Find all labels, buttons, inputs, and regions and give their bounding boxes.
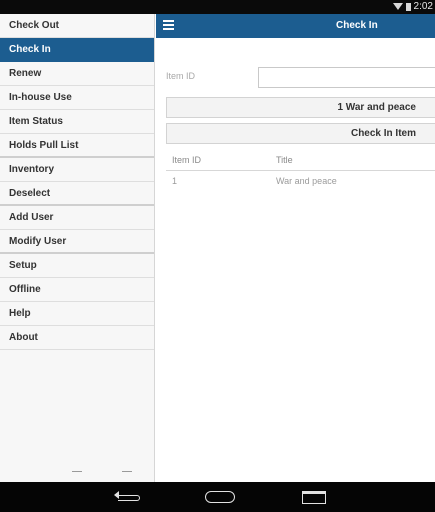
sidebar-item-setup[interactable]: Setup	[0, 254, 154, 278]
sidebar-footer	[0, 462, 155, 472]
cell-title: War and peace	[276, 176, 337, 186]
page-title: Check In	[336, 20, 378, 31]
item-id-input[interactable]	[258, 67, 435, 88]
results-table: Item ID Title 1 War and peace	[166, 150, 435, 192]
column-header-item-id: Item ID	[172, 155, 202, 165]
main-content: Item ID 1 War and peace Check In Item It…	[156, 38, 435, 482]
item-button[interactable]: 1 War and peace	[166, 97, 435, 118]
cell-item-id: 1	[172, 176, 178, 186]
sidebar-item-holds-pull-list[interactable]: Holds Pull List	[0, 134, 154, 158]
sidebar-item-offline[interactable]: Offline	[0, 278, 154, 302]
home-icon[interactable]	[205, 491, 235, 503]
sidebar-item-add-user[interactable]: Add User	[0, 206, 154, 230]
hamburger-menu-icon[interactable]	[163, 20, 174, 30]
footer-dash	[72, 471, 82, 472]
sidebar-item-check-in[interactable]: Check In	[0, 38, 154, 62]
sidebar-item-deselect[interactable]: Deselect	[0, 182, 154, 206]
column-header-title: Title	[276, 155, 293, 165]
sidebar-item-in-house-use[interactable]: In-house Use	[0, 86, 154, 110]
table-header: Item ID Title	[166, 150, 435, 171]
header-bar: Check In	[156, 14, 435, 38]
item-id-label: Item ID	[166, 71, 196, 81]
sidebar-item-renew[interactable]: Renew	[0, 62, 154, 86]
table-row[interactable]: 1 War and peace	[166, 171, 435, 192]
status-time: 2:02	[413, 1, 433, 12]
recents-icon[interactable]	[302, 491, 326, 504]
wifi-icon	[392, 3, 403, 10]
sidebar: Check Out Check In Renew In-house Use It…	[0, 14, 155, 482]
footer-dash	[122, 471, 132, 472]
sidebar-item-help[interactable]: Help	[0, 302, 154, 326]
battery-icon	[405, 2, 411, 11]
sidebar-item-modify-user[interactable]: Modify User	[0, 230, 154, 254]
status-bar: 2:02	[0, 0, 435, 14]
sidebar-item-inventory[interactable]: Inventory	[0, 158, 154, 182]
sidebar-item-about[interactable]: About	[0, 326, 154, 350]
check-in-item-button[interactable]: Check In Item	[166, 123, 435, 144]
sidebar-item-check-out[interactable]: Check Out	[0, 14, 154, 38]
system-nav-bar	[0, 482, 435, 512]
back-icon[interactable]	[114, 491, 140, 501]
sidebar-item-item-status[interactable]: Item Status	[0, 110, 154, 134]
